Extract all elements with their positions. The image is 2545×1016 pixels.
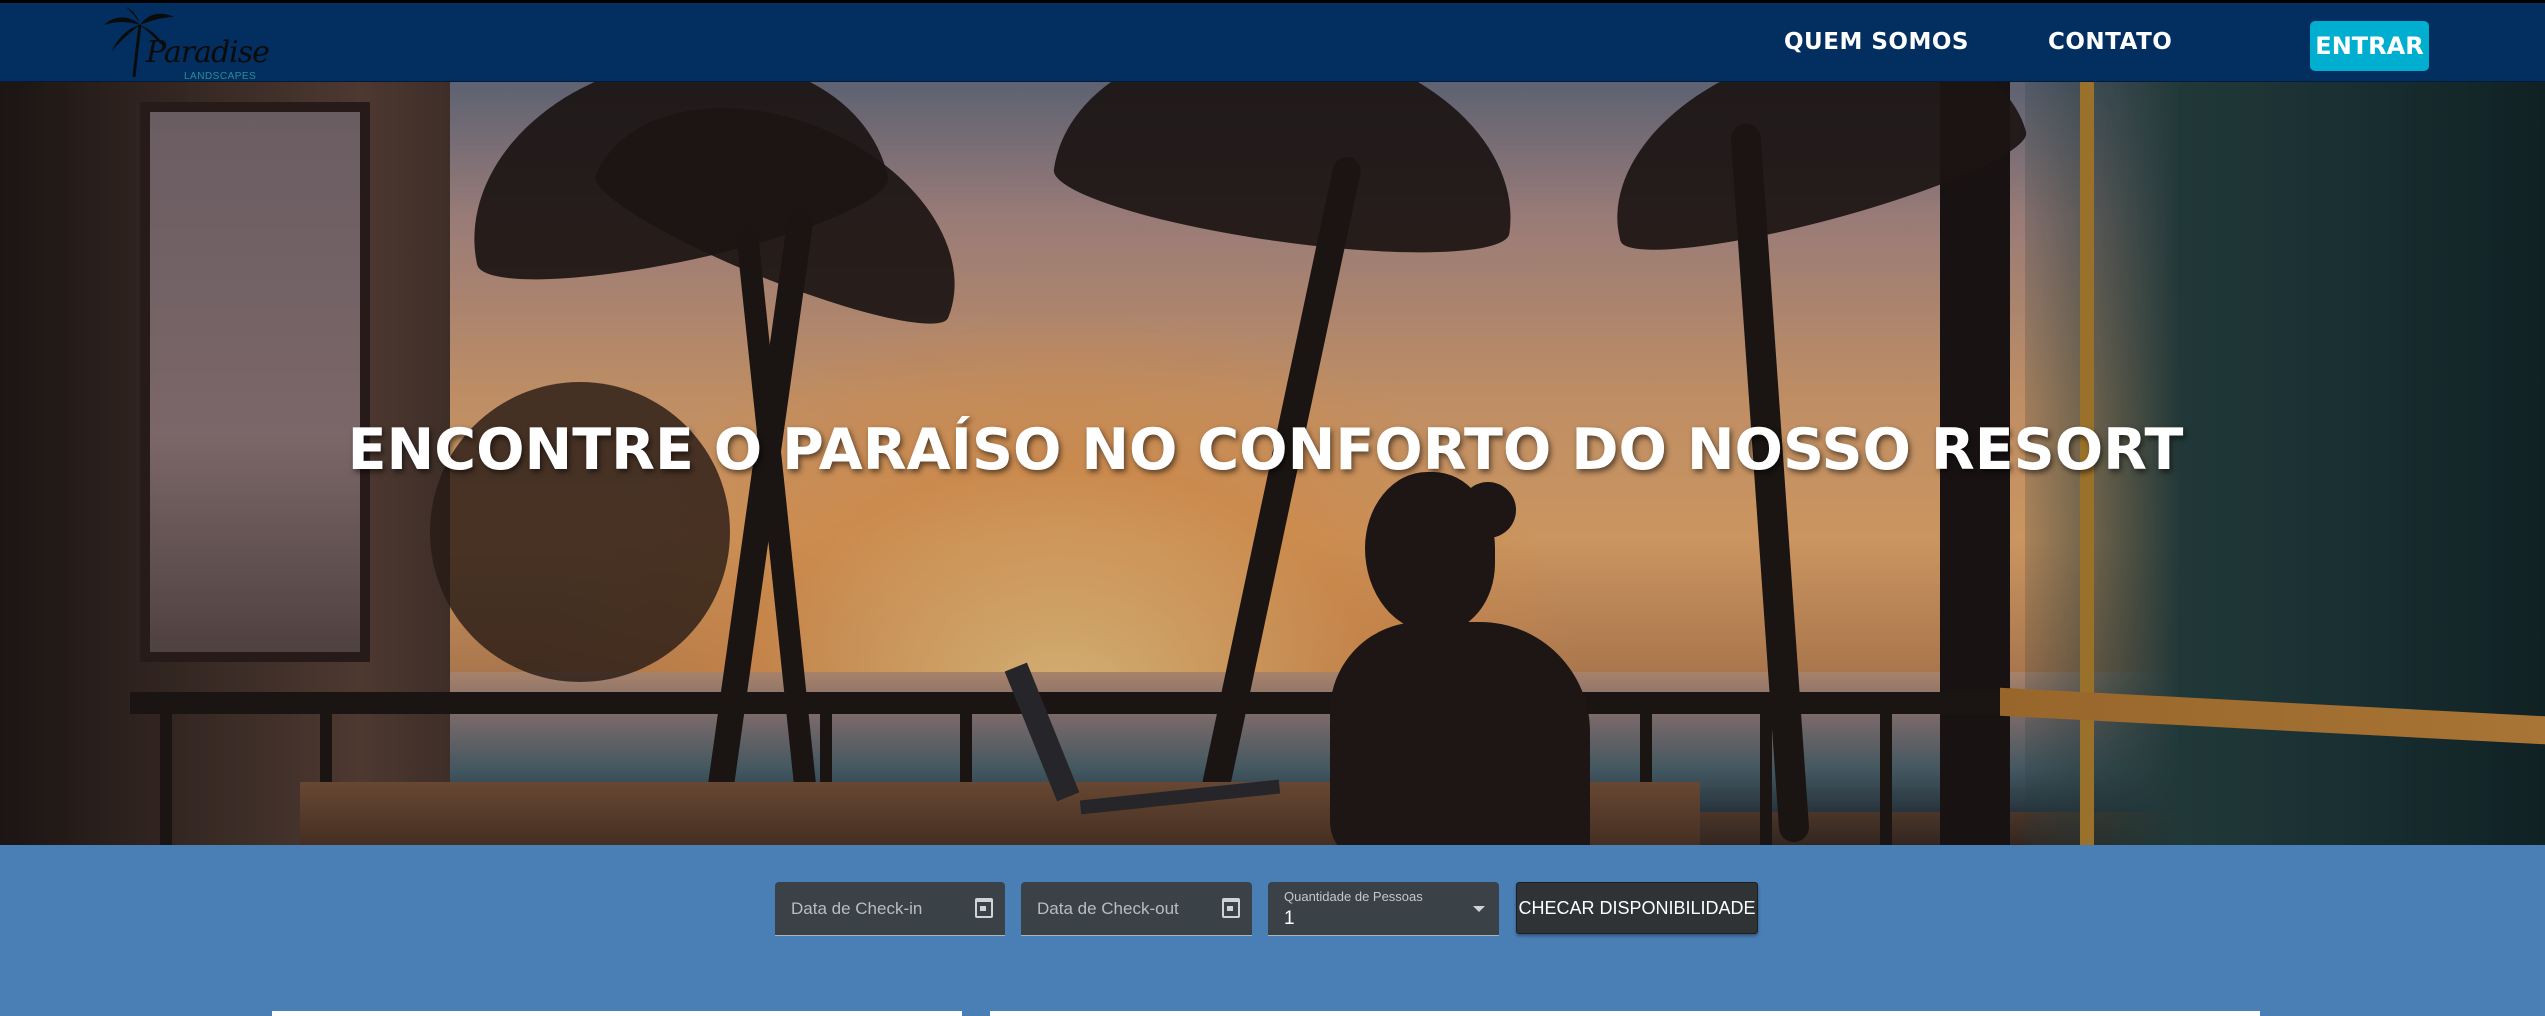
checkin-placeholder: Data de Check-in: [791, 899, 923, 918]
logo-wordmark: Paradise: [146, 35, 270, 70]
guests-select[interactable]: Quantidade de Pessoas 1: [1268, 882, 1499, 936]
checkin-date-field[interactable]: Data de Check-in: [775, 882, 1005, 936]
checkout-date-field[interactable]: Data de Check-out: [1021, 882, 1252, 936]
guests-value: 1: [1284, 908, 1295, 929]
dropdown-arrow-icon[interactable]: [1473, 906, 1485, 912]
card-top-edge: [272, 1011, 962, 1016]
logo-tagline: LANDSCAPES: [184, 71, 257, 82]
top-navbar: Paradise LANDSCAPES QUEM SOMOS CONTATO E…: [0, 0, 2545, 82]
card-top-edge: [990, 1011, 2260, 1016]
check-availability-button[interactable]: CHECAR DISPONIBILIDADE: [1516, 882, 1758, 934]
calendar-icon[interactable]: [975, 898, 993, 918]
hero-title: ENCONTRE O PARAÍSO NO CONFORTO DO NOSSO …: [0, 417, 2545, 483]
login-button[interactable]: ENTRAR: [2310, 21, 2429, 71]
checkout-placeholder: Data de Check-out: [1037, 899, 1179, 918]
hero-title-text: ENCONTRE O PARAÍSO NO CONFORTO DO NOSSO …: [347, 417, 2184, 483]
calendar-icon[interactable]: [1222, 898, 1240, 918]
nav-link-contato[interactable]: CONTATO: [2048, 29, 2172, 55]
nav-link-quem-somos[interactable]: QUEM SOMOS: [1784, 29, 1969, 55]
brand-logo[interactable]: Paradise LANDSCAPES: [100, 7, 270, 83]
hero-banner: ENCONTRE O PARAÍSO NO CONFORTO DO NOSSO …: [0, 82, 2545, 845]
booking-bar: Data de Check-in Data de Check-out Quant…: [0, 845, 2545, 1016]
guests-label: Quantidade de Pessoas: [1284, 889, 1423, 904]
